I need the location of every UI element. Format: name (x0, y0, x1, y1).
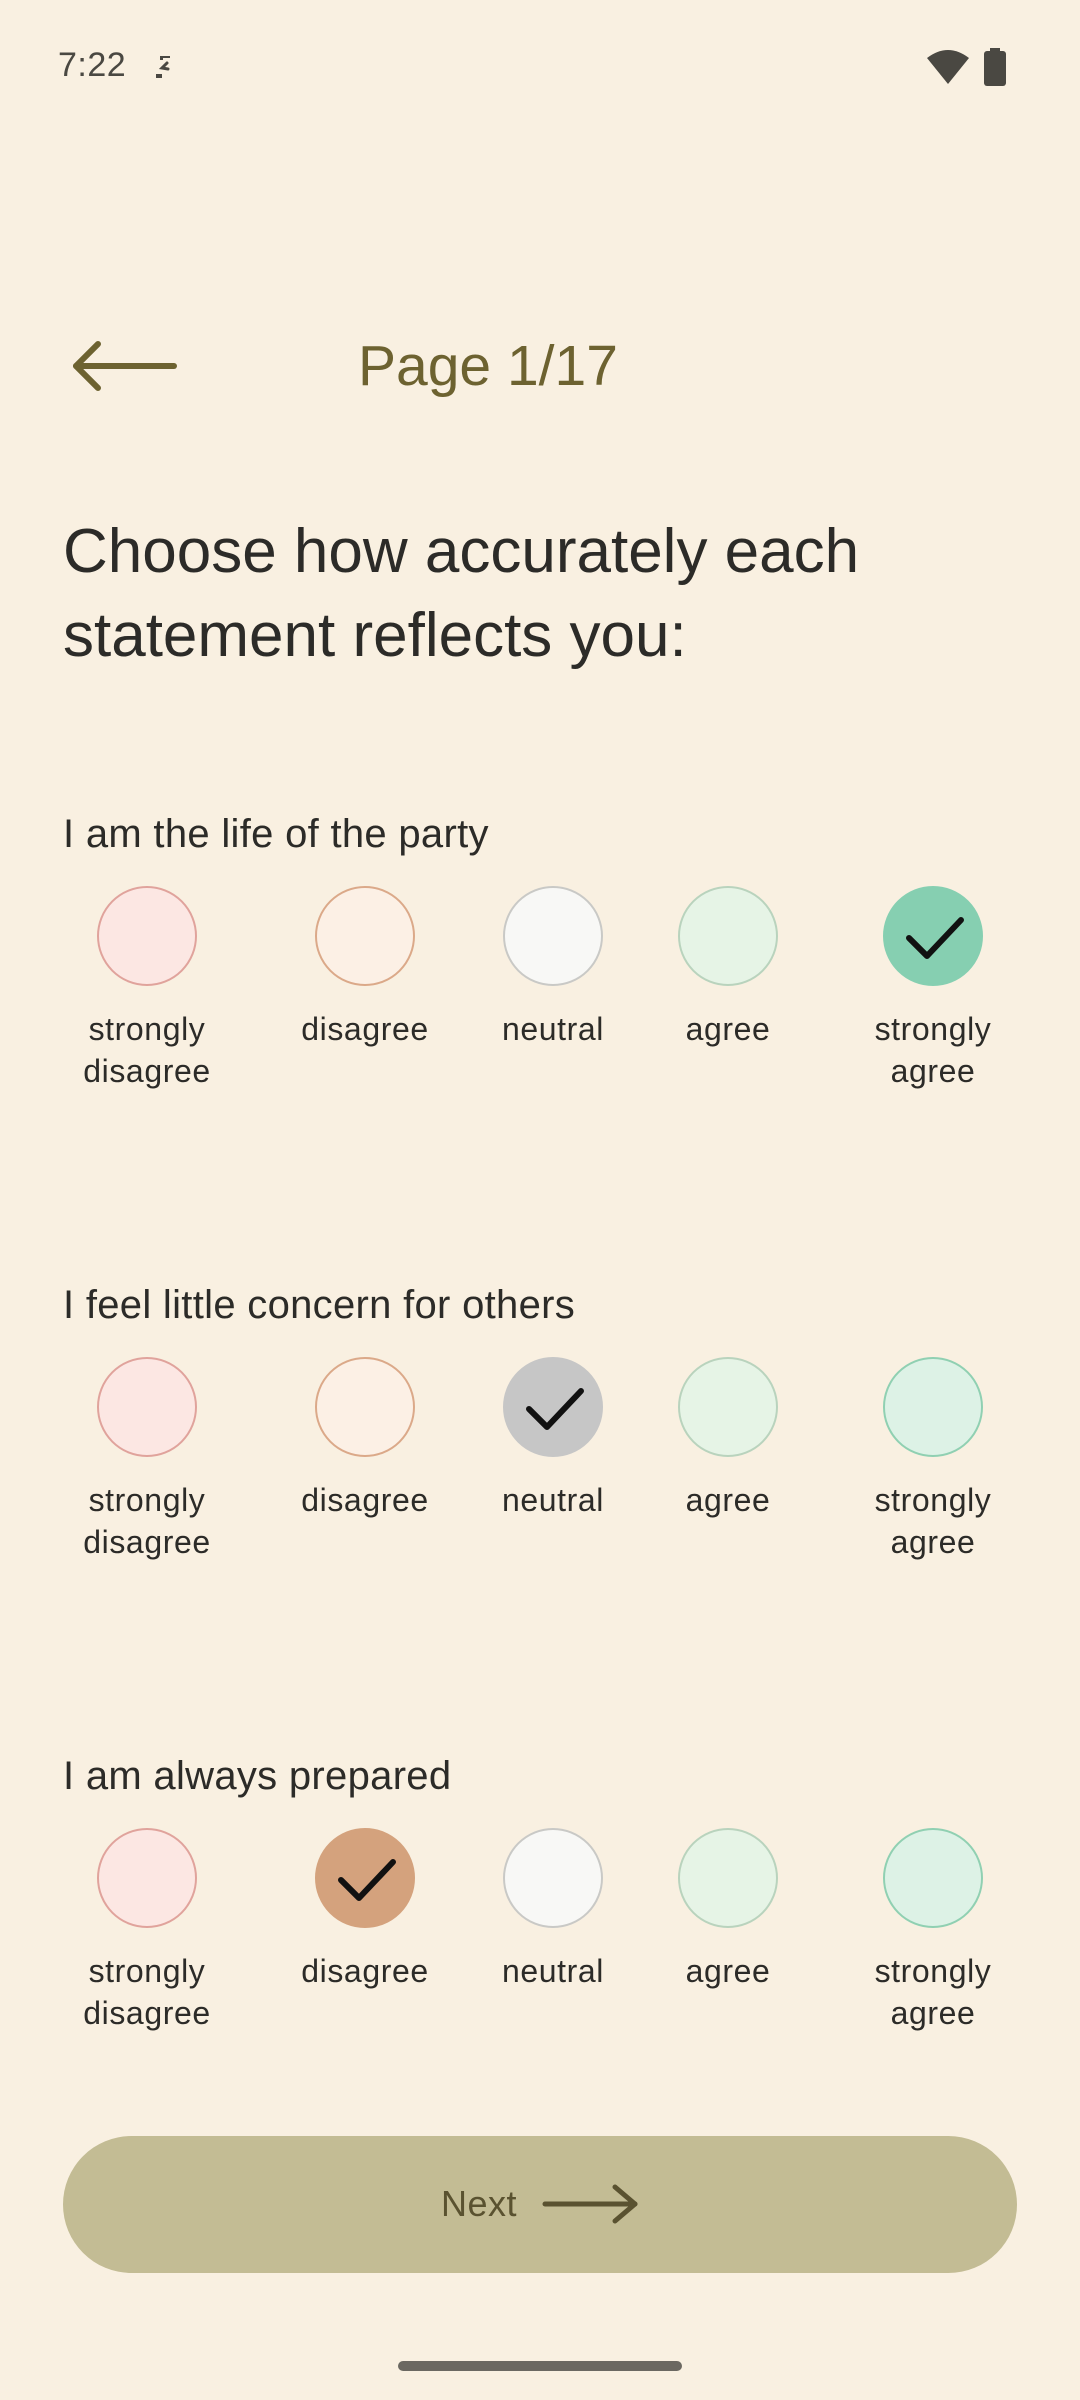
screen-rotate-icon (156, 56, 170, 78)
question-text: I am always prepared (63, 1754, 452, 1798)
radio-circle[interactable] (97, 886, 197, 986)
checkmark-icon (338, 1859, 396, 1901)
next-button[interactable]: Next (63, 2136, 1017, 2273)
radio-circle[interactable] (503, 1828, 603, 1928)
option-label: neutral (501, 1482, 605, 1518)
question-text: I am the life of the party (63, 812, 489, 856)
radio-circle[interactable] (97, 1357, 197, 1457)
instructions-heading: Choose how accurately each statement ref… (63, 517, 860, 670)
option-strongly-disagree[interactable]: strongly disagree (47, 886, 247, 1092)
home-indicator[interactable] (398, 2361, 682, 2371)
question-text: I feel little concern for others (63, 1283, 576, 1327)
option-label: strongly disagree (83, 1953, 211, 2031)
radio-circle[interactable] (883, 1828, 983, 1928)
option-strongly-agree[interactable]: strongly agree (833, 886, 1033, 1092)
option-label: neutral (501, 1953, 605, 1989)
option-label: strongly agree (874, 1482, 992, 1560)
option-neutral[interactable]: neutral (453, 1357, 653, 1521)
back-button[interactable] (62, 324, 186, 408)
radio-circle-selected[interactable] (503, 1357, 603, 1457)
radio-circle[interactable] (315, 1357, 415, 1457)
option-strongly-agree[interactable]: strongly agree (833, 1828, 1033, 2034)
option-label: strongly disagree (83, 1482, 211, 1560)
option-disagree[interactable]: disagree (265, 886, 465, 1050)
radio-circle-selected[interactable] (315, 1828, 415, 1928)
radio-circle-selected[interactable] (883, 886, 983, 986)
arrow-left-icon (73, 341, 177, 391)
option-agree[interactable]: agree (628, 886, 828, 1050)
wifi-icon (927, 50, 969, 84)
option-label: disagree (301, 1482, 429, 1518)
status-time: 7:22 (58, 46, 127, 84)
status-bar: 7:22 (0, 0, 1080, 136)
question-1: I am the life of the party strongly disag… (0, 806, 1080, 1166)
option-label: disagree (301, 1011, 429, 1047)
question-3: I am always prepared strongly disagree di… (0, 1748, 1080, 2108)
checkmark-icon (906, 917, 964, 959)
radio-circle[interactable] (315, 886, 415, 986)
arrow-right-icon (542, 2184, 638, 2224)
radio-circle[interactable] (503, 886, 603, 986)
option-label: neutral (501, 1011, 605, 1047)
option-neutral[interactable]: neutral (453, 886, 653, 1050)
option-label: strongly agree (874, 1953, 992, 2031)
option-agree[interactable]: agree (628, 1357, 828, 1521)
radio-circle[interactable] (883, 1357, 983, 1457)
option-label: agree (685, 1011, 771, 1047)
option-strongly-disagree[interactable]: strongly disagree (47, 1828, 247, 2034)
question-2: I feel little concern for others strongl… (0, 1277, 1080, 1637)
option-agree[interactable]: agree (628, 1828, 828, 1992)
option-disagree[interactable]: disagree (265, 1357, 465, 1521)
option-label: strongly disagree (83, 1011, 211, 1089)
page-indicator: Page 1/17 (358, 334, 618, 398)
option-label: agree (685, 1482, 771, 1518)
radio-circle[interactable] (678, 1828, 778, 1928)
radio-circle[interactable] (97, 1828, 197, 1928)
option-strongly-agree[interactable]: strongly agree (833, 1357, 1033, 1563)
radio-circle[interactable] (678, 886, 778, 986)
option-label: strongly agree (874, 1011, 992, 1089)
radio-circle[interactable] (678, 1357, 778, 1457)
option-label: agree (685, 1953, 771, 1989)
checkmark-icon (526, 1388, 584, 1430)
option-strongly-disagree[interactable]: strongly disagree (47, 1357, 247, 1563)
option-disagree[interactable]: disagree (265, 1828, 465, 1992)
option-neutral[interactable]: neutral (453, 1828, 653, 1992)
option-label: disagree (301, 1953, 429, 1989)
next-button-label: Next (441, 2183, 518, 2224)
battery-icon (984, 48, 1006, 86)
